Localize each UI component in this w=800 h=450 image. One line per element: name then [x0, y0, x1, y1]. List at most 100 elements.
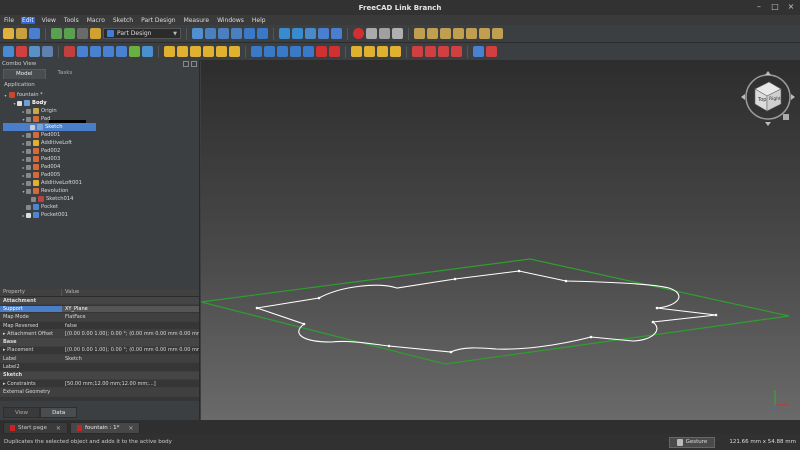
hidden-eye-icon[interactable] [26, 156, 31, 162]
clone-icon[interactable] [142, 46, 153, 57]
tree-item-pad005[interactable]: ▸ Pad005 [21, 171, 60, 179]
run-macro-icon[interactable] [392, 28, 403, 39]
property-row-map-reversed[interactable]: Map Reversed false [0, 322, 199, 331]
tree-item-pad001[interactable]: ▸ Pad001 [21, 131, 60, 139]
create-body-icon[interactable] [3, 46, 14, 57]
workbench-selector[interactable]: Part Design ▼ [103, 28, 181, 39]
measure-icon[interactable] [318, 28, 329, 39]
chamfer-icon[interactable] [364, 46, 375, 57]
datum-line-icon[interactable] [77, 46, 88, 57]
shape-binder-icon[interactable] [116, 46, 127, 57]
tree-item-pad002[interactable]: ▸ Pad002 [21, 147, 60, 155]
hidden-eye-icon[interactable] [26, 188, 31, 194]
hidden-eye-icon[interactable] [26, 180, 31, 186]
view-left-icon[interactable] [492, 28, 503, 39]
property-row-support[interactable]: Support XY_Plane [0, 305, 199, 314]
hole-icon[interactable] [264, 46, 275, 57]
sub-shape-binder-icon[interactable] [129, 46, 140, 57]
hidden-eye-icon[interactable] [26, 116, 31, 122]
groove-icon[interactable] [277, 46, 288, 57]
tree-item-pad004[interactable]: ▸ Pad004 [21, 163, 60, 171]
thickness-icon[interactable] [390, 46, 401, 57]
draw-style-icon[interactable] [218, 28, 229, 39]
menu-view[interactable]: View [41, 17, 57, 24]
tree-item-revolution[interactable]: ▾ Revolution [21, 187, 68, 195]
additive-loft-icon[interactable] [190, 46, 201, 57]
fit-all-icon[interactable] [192, 28, 203, 39]
menu-edit[interactable]: Edit [21, 16, 35, 24]
macros-dialog-icon[interactable] [379, 28, 390, 39]
tree-item-pad003[interactable]: ▸ Pad003 [21, 155, 60, 163]
property-row-map-mode[interactable]: Map Mode FlatFace [0, 313, 199, 322]
record-macro-icon[interactable] [353, 28, 364, 39]
property-value[interactable]: [(0.00 0.00 1.00); 0.00 °; (0.00 mm 0.00… [62, 331, 199, 337]
additive-primitive-icon[interactable] [229, 46, 240, 57]
tab-tasks[interactable]: Tasks [46, 69, 85, 79]
subtractive-helix-icon[interactable] [316, 46, 327, 57]
menu-macro[interactable]: Macro [86, 17, 106, 24]
view-top-icon[interactable] [440, 28, 451, 39]
view-right-icon[interactable] [453, 28, 464, 39]
tab-data[interactable]: Data [40, 407, 78, 418]
additive-helix-icon[interactable] [216, 46, 227, 57]
selection-filter-icon[interactable] [244, 28, 255, 39]
property-value[interactable]: Sketch [62, 356, 199, 362]
boolean-icon[interactable] [473, 46, 484, 57]
view-menu-icon[interactable] [783, 114, 789, 120]
collapse-arrow-icon[interactable]: ▾ [3, 93, 8, 98]
maximize-icon[interactable]: □ [770, 2, 780, 12]
hidden-eye-icon[interactable] [26, 204, 31, 210]
menu-windows[interactable]: Windows [216, 17, 245, 24]
property-row-label[interactable]: Label Sketch [0, 355, 199, 364]
property-row-constraints[interactable]: ▸ Constraints [50.00 mm;12.00 mm;12.00 m… [0, 380, 199, 389]
additive-pipe-icon[interactable] [203, 46, 214, 57]
tree-item-sketch014[interactable]: Sketch014 [31, 195, 73, 203]
property-value[interactable]: FlatFace [62, 314, 199, 320]
tree-item-additive-loft001[interactable]: ▸ AdditiveLoft001 [21, 179, 82, 187]
float-panel-icon[interactable] [183, 61, 189, 67]
tab-model[interactable]: Model [3, 69, 46, 79]
sketch-profile[interactable] [256, 270, 717, 353]
tab-start-page[interactable]: Start page ✕ [3, 422, 68, 434]
sketch-plane[interactable] [201, 258, 790, 365]
view-bottom-icon[interactable] [479, 28, 490, 39]
menu-help[interactable]: Help [251, 17, 267, 24]
forward-arrow-icon[interactable] [292, 28, 303, 39]
view-rear-icon[interactable] [466, 28, 477, 39]
validate-sketch-icon[interactable] [29, 46, 40, 57]
tree-item-sketch[interactable]: Sketch [3, 123, 96, 131]
hidden-eye-icon[interactable] [26, 108, 31, 114]
fillet-icon[interactable] [351, 46, 362, 57]
save-icon[interactable] [29, 28, 40, 39]
hidden-eye-icon[interactable] [26, 164, 31, 170]
fit-selection-icon[interactable] [205, 28, 216, 39]
minimize-icon[interactable]: – [754, 2, 764, 12]
tree-item-pocket001[interactable]: ▸ Pocket001 [21, 211, 68, 219]
navigation-style-button[interactable]: Gesture [668, 436, 716, 448]
bounding-box-icon[interactable] [231, 28, 242, 39]
create-sketch-icon[interactable] [16, 46, 27, 57]
mirrored-icon[interactable] [412, 46, 423, 57]
view-front-icon[interactable] [427, 28, 438, 39]
draft-icon[interactable] [377, 46, 388, 57]
visibility-eye-icon[interactable] [17, 100, 22, 106]
property-row-attachment-offset[interactable]: ▸ Attachment Offset [(0.00 0.00 1.00); 0… [0, 330, 199, 339]
stop-macro-icon[interactable] [366, 28, 377, 39]
tab-fountain[interactable]: fountain : 1* ✕ [69, 422, 141, 434]
tree-item-additive-loft[interactable]: ▸ AdditiveLoft [21, 139, 72, 147]
navigation-cube[interactable]: Top Right [738, 69, 798, 129]
visibility-eye-icon[interactable] [30, 124, 35, 130]
property-row-label2[interactable]: Label2 [0, 363, 199, 372]
back-arrow-icon[interactable] [279, 28, 290, 39]
property-value[interactable]: XY_Plane [62, 305, 199, 312]
scene-svg[interactable] [201, 60, 800, 420]
subtractive-primitive-icon[interactable] [329, 46, 340, 57]
edit-sketch-icon[interactable] [42, 46, 53, 57]
menu-sketch[interactable]: Sketch [112, 17, 134, 24]
visibility-eye-icon[interactable] [26, 212, 31, 218]
pocket-icon[interactable] [251, 46, 262, 57]
open-document-icon[interactable] [16, 28, 27, 39]
local-coordinate-system-icon[interactable] [103, 46, 114, 57]
whats-this-icon[interactable] [90, 28, 101, 39]
tree-item-pad[interactable]: ▾ Pad [21, 115, 50, 123]
